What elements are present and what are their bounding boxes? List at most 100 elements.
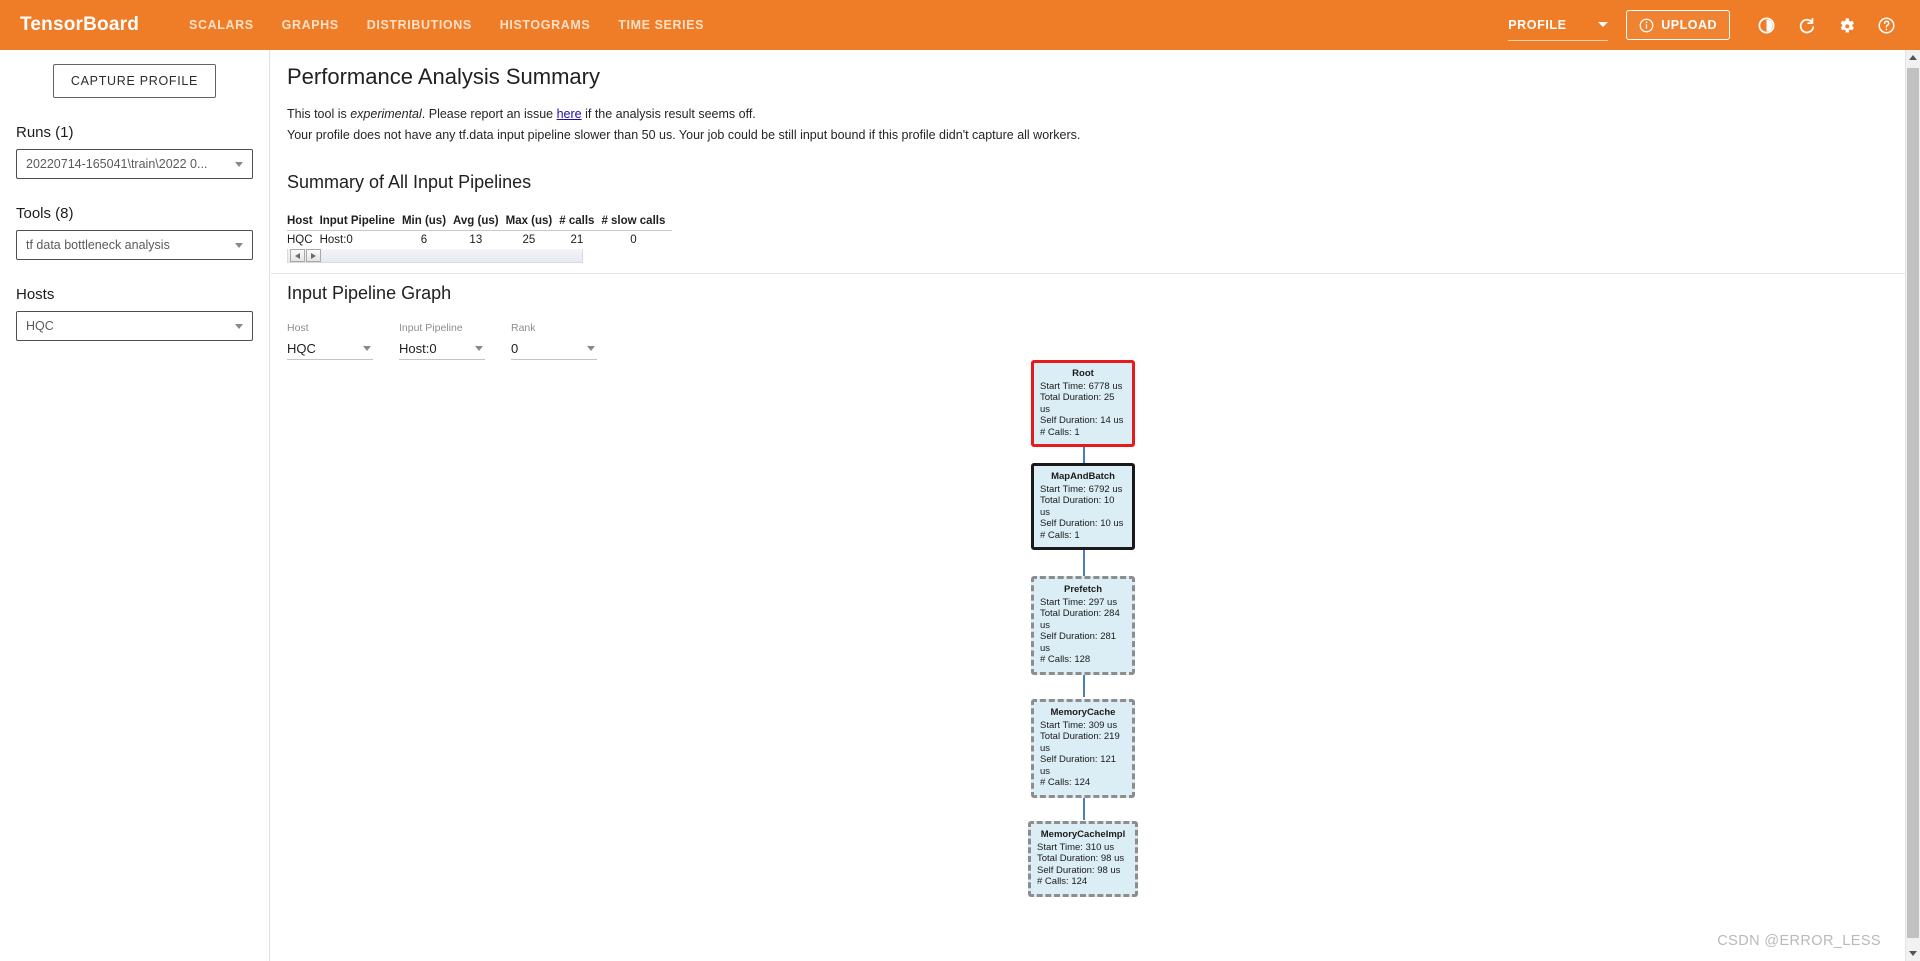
runs-group: Runs (1) 20220714-165041\train\2022 0...: [0, 124, 269, 179]
scrollbar-thumb[interactable]: [1907, 68, 1919, 938]
runs-selected-value: 20220714-165041\train\2022 0...: [26, 157, 208, 171]
pipeline-node-memorycache[interactable]: MemoryCache Start Time: 309 us Total Dur…: [1031, 699, 1135, 798]
note-suffix: if the analysis result seems off.: [581, 107, 756, 121]
node-total-duration: Total Duration: 284 us: [1040, 608, 1120, 631]
chevron-down-icon: [235, 242, 243, 248]
summary-table-wrap: Host Input Pipeline Min (us) Avg (us) Ma…: [287, 215, 673, 263]
scrollbar-up-button[interactable]: [1906, 50, 1920, 65]
arrow-down-icon: [1909, 951, 1917, 956]
node-title: Prefetch: [1063, 584, 1102, 595]
col-min-us: Min (us): [401, 215, 454, 231]
col-max-us: Max (us): [505, 215, 560, 231]
node-title: MemoryCacheImpl: [1040, 829, 1126, 840]
input-pipeline-graph: Root Start Time: 6778 us Total Duration:…: [271, 350, 1905, 961]
table-row[interactable]: HQC Host:0 6 13 25 21 0: [287, 231, 672, 250]
note-line-1: This tool is experimental. Please report…: [287, 106, 1905, 123]
pipeline-node-mapandbatch[interactable]: MapAndBatch Start Time: 6792 us Total Du…: [1031, 463, 1135, 550]
cell-input-pipeline: Host:0: [319, 234, 353, 246]
capture-profile-button[interactable]: CAPTURE PROFILE: [52, 64, 217, 98]
scrollbar-down-button[interactable]: [1906, 946, 1920, 961]
col-host: Host: [287, 215, 320, 231]
cell-min-us: 6: [420, 234, 428, 246]
tab-graphs[interactable]: GRAPHS: [268, 0, 353, 50]
help-icon[interactable]: [1872, 11, 1900, 39]
gear-icon[interactable]: [1832, 11, 1860, 39]
refresh-icon[interactable]: [1792, 11, 1820, 39]
col-num-calls: # calls: [559, 215, 602, 231]
tools-group: Tools (8) tf data bottleneck analysis: [0, 205, 269, 260]
host-control-label: Host: [287, 322, 309, 334]
top-bar-actions: PROFILE UPLOAD: [1508, 0, 1920, 50]
hosts-dropdown[interactable]: HQC: [16, 311, 253, 341]
active-plugin-label: PROFILE: [1508, 17, 1567, 32]
capture-profile-row: CAPTURE PROFILE: [0, 50, 269, 98]
cell-avg-us: 13: [469, 234, 483, 246]
node-title: MapAndBatch: [1051, 471, 1115, 482]
upload-button[interactable]: UPLOAD: [1626, 10, 1730, 40]
experimental-note: This tool is experimental. Please report…: [287, 106, 1905, 144]
node-title: Root: [1072, 368, 1094, 379]
node-total-duration: Total Duration: 98 us: [1037, 853, 1125, 864]
node-self-duration: Self Duration: 14 us: [1040, 415, 1124, 426]
cell-num-calls: 21: [570, 234, 584, 246]
tab-time-series[interactable]: TIME SERIES: [604, 0, 718, 50]
upload-button-label: UPLOAD: [1661, 18, 1717, 32]
summary-table: Host Input Pipeline Min (us) Avg (us) Ma…: [287, 215, 673, 250]
col-input-pipeline: Input Pipeline: [319, 215, 402, 231]
hosts-label: Hosts: [16, 286, 55, 303]
watermark-text: CSDN @ERROR_LESS: [1717, 933, 1881, 949]
node-start-time: Start Time: 309 us: [1040, 719, 1118, 731]
input-pipeline-control-label: Input Pipeline: [399, 322, 463, 334]
graph-section-title: Input Pipeline Graph: [287, 283, 452, 303]
edge-mapandbatch-to-prefetch: [1083, 548, 1085, 578]
page-title: Performance Analysis Summary: [287, 64, 600, 89]
tools-dropdown[interactable]: tf data bottleneck analysis: [16, 230, 253, 260]
chevron-down-icon: [1598, 22, 1609, 27]
table-horizontal-scroll-footer: [287, 249, 583, 263]
chevron-down-icon: [235, 323, 243, 329]
node-calls: # Calls: 128: [1040, 654, 1091, 665]
cell-host: HQC: [287, 234, 313, 246]
runs-dropdown[interactable]: 20220714-165041\train\2022 0...: [16, 149, 253, 179]
brightness-icon[interactable]: [1752, 11, 1780, 39]
app-logo: TensorBoard: [20, 14, 140, 35]
node-self-duration: Self Duration: 98 us: [1037, 864, 1121, 876]
pipeline-node-prefetch[interactable]: Prefetch Start Time: 297 us Total Durati…: [1031, 576, 1135, 675]
page-scrollbar[interactable]: [1905, 50, 1920, 961]
node-self-duration: Self Duration: 10 us: [1040, 518, 1124, 529]
note-middle: . Please report an issue: [421, 107, 557, 121]
chevron-down-icon: [235, 161, 243, 167]
tab-histograms[interactable]: HISTOGRAMS: [486, 0, 605, 50]
node-self-duration: Self Duration: 121 us: [1040, 754, 1117, 777]
node-calls: # Calls: 124: [1037, 876, 1088, 887]
node-title: MemoryCache: [1050, 707, 1116, 718]
node-calls: # Calls: 124: [1040, 777, 1091, 788]
arrow-right-icon: [311, 252, 316, 259]
node-total-duration: Total Duration: 10 us: [1040, 495, 1115, 518]
report-issue-link[interactable]: here: [557, 107, 582, 121]
note-prefix: This tool is: [287, 107, 351, 121]
cell-max-us: 25: [522, 234, 536, 246]
tools-label: Tools (8): [16, 205, 74, 222]
node-start-time: Start Time: 310 us: [1037, 841, 1115, 853]
node-calls: # Calls: 1: [1040, 426, 1080, 438]
left-sidebar: CAPTURE PROFILE Runs (1) 20220714-165041…: [0, 50, 270, 961]
section-divider: [271, 273, 1905, 274]
tab-distributions[interactable]: DISTRIBUTIONS: [353, 0, 486, 50]
table-header-row: Host Input Pipeline Min (us) Avg (us) Ma…: [287, 215, 673, 231]
col-avg-us: Avg (us): [453, 215, 506, 231]
summary-section-title: Summary of All Input Pipelines: [287, 172, 532, 192]
pipeline-node-memorycacheimpl[interactable]: MemoryCacheImpl Start Time: 310 us Total…: [1028, 821, 1138, 897]
runs-label: Runs (1): [16, 124, 74, 141]
scroll-left-button[interactable]: [290, 249, 305, 262]
scroll-right-button[interactable]: [306, 249, 321, 262]
cell-num-slow-calls: 0: [630, 234, 637, 246]
tab-scalars[interactable]: SCALARS: [175, 0, 268, 50]
note-emphasis: experimental: [350, 107, 422, 121]
rank-control-label: Rank: [511, 322, 536, 334]
pipeline-node-root[interactable]: Root Start Time: 6778 us Total Duration:…: [1031, 360, 1135, 447]
top-navigation-bar: TensorBoard SCALARS GRAPHS DISTRIBUTIONS…: [0, 0, 1920, 50]
node-start-time: Start Time: 297 us: [1040, 596, 1118, 608]
node-start-time: Start Time: 6778 us: [1040, 380, 1123, 392]
active-plugin-dropdown[interactable]: PROFILE: [1508, 10, 1609, 41]
